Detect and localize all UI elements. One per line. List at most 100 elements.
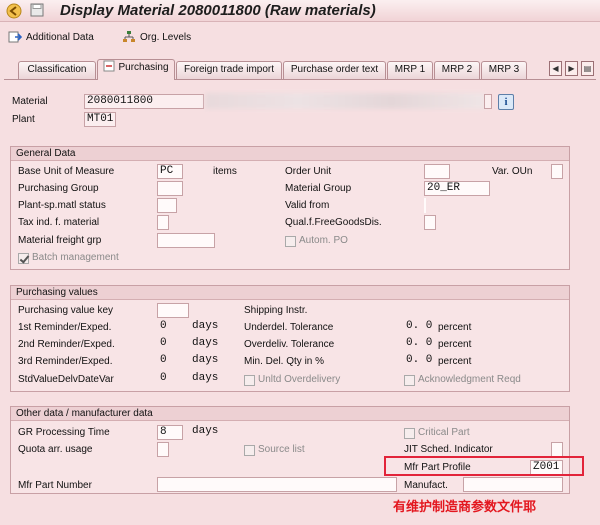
- manufacturer-field[interactable]: [463, 477, 563, 492]
- window-title: Display Material 2080011800 (Raw materia…: [60, 2, 376, 19]
- tab-mrp2[interactable]: MRP 2: [434, 61, 480, 79]
- tab-scroll-right-icon[interactable]: ▶: [565, 61, 578, 76]
- tab-scroll-left-icon[interactable]: ◀: [549, 61, 562, 76]
- mfr-part-number-label: Mfr Part Number: [18, 480, 92, 491]
- material-label: Material: [12, 96, 48, 107]
- tab-purchase-order-text[interactable]: Purchase order text: [283, 61, 386, 79]
- info-icon[interactable]: i: [498, 94, 514, 110]
- material-description-end: [484, 94, 492, 109]
- jit-indicator-label: JIT Sched. Indicator: [404, 444, 493, 455]
- acknowledgment-reqd-checkbox[interactable]: [404, 375, 415, 386]
- purchasing-group-label: Purchasing Group: [18, 183, 99, 194]
- annotation-note: 有维护制造商参数文件耶: [393, 499, 537, 514]
- plant-matl-status-label: Plant-sp.matl status: [18, 200, 106, 211]
- qual-free-goods-label: Qual.f.FreeGoodsDis.: [285, 217, 382, 228]
- tab-classification[interactable]: Classification: [18, 61, 96, 79]
- qual-free-goods-field[interactable]: [424, 215, 436, 230]
- min-del-qty-unit: percent: [438, 356, 472, 367]
- other-data-title: Other data / manufacturer data: [11, 407, 569, 421]
- material-group-field[interactable]: 20_ER: [424, 181, 490, 196]
- order-unit-field[interactable]: [424, 164, 450, 179]
- highlight-box: [384, 456, 584, 476]
- reminder-3-value: 0: [160, 354, 167, 366]
- base-uom-label: Base Unit of Measure: [18, 166, 115, 177]
- autom-po-checkbox[interactable]: [285, 236, 296, 247]
- valid-from-label: Valid from: [285, 200, 330, 211]
- var-oun-field[interactable]: [551, 164, 563, 179]
- purchasing-group-field[interactable]: [157, 181, 183, 196]
- tab-label: Foreign trade import: [183, 64, 275, 75]
- std-value-delv-value: 0: [160, 372, 167, 384]
- material-description-blurred: [205, 93, 485, 109]
- tab-label: MRP 3: [488, 64, 520, 75]
- unltd-overdelivery-label: Unltd Overdelivery: [258, 374, 341, 385]
- gr-processing-time-field[interactable]: 8: [157, 425, 183, 440]
- additional-data-button[interactable]: Additional Data: [8, 30, 94, 44]
- org-levels-button[interactable]: Org. Levels: [122, 30, 191, 44]
- tab-purchasing[interactable]: Purchasing: [97, 59, 175, 80]
- reminder-2-unit: days: [192, 337, 219, 349]
- tab-list-icon[interactable]: ▤: [581, 61, 594, 76]
- base-uom-text: items: [213, 166, 237, 177]
- tab-label: MRP 2: [441, 64, 473, 75]
- min-del-qty-value: 0. 0: [406, 354, 433, 366]
- application-toolbar: Additional Data Org. Levels: [0, 22, 600, 52]
- tab-foreign-trade-import[interactable]: Foreign trade import: [176, 61, 282, 79]
- mfr-part-number-field[interactable]: [157, 477, 397, 492]
- save-icon[interactable]: [30, 3, 44, 17]
- tab-active-icon: [103, 60, 115, 72]
- title-bar: Display Material 2080011800 (Raw materia…: [0, 0, 600, 22]
- tax-ind-label: Tax ind. f. material: [18, 217, 100, 228]
- jit-indicator-field[interactable]: [551, 442, 563, 457]
- org-levels-label: Org. Levels: [140, 31, 192, 43]
- reminder-1-label: 1st Reminder/Exped.: [18, 322, 112, 333]
- material-field[interactable]: 2080011800: [84, 94, 204, 109]
- tab-label: Purchase order text: [290, 64, 379, 75]
- underdel-tolerance-label: Underdel. Tolerance: [244, 322, 334, 333]
- plant-matl-status-field[interactable]: [157, 198, 177, 213]
- tab-mrp1[interactable]: MRP 1: [387, 61, 433, 79]
- manufacturer-label: Manufact.: [404, 480, 448, 491]
- tab-label: MRP 1: [394, 64, 426, 75]
- underdel-tolerance-value: 0. 0: [406, 320, 433, 332]
- valid-from-field[interactable]: [424, 198, 426, 213]
- back-arrow-icon[interactable]: [6, 3, 22, 19]
- overdel-tolerance-label: Overdeliv. Tolerance: [244, 339, 335, 350]
- purchasing-value-key-label: Purchasing value key: [18, 305, 114, 316]
- source-list-checkbox[interactable]: [244, 445, 255, 456]
- freight-grp-field[interactable]: [157, 233, 215, 248]
- general-data-title: General Data: [11, 147, 569, 161]
- tab-mrp3[interactable]: MRP 3: [481, 61, 527, 79]
- reminder-2-label: 2nd Reminder/Exped.: [18, 339, 115, 350]
- std-value-delv-label: StdValueDelvDateVar: [18, 374, 114, 385]
- reminder-3-unit: days: [192, 354, 219, 366]
- critical-part-checkbox[interactable]: [404, 428, 415, 439]
- tab-label: Classification: [27, 64, 87, 75]
- gr-processing-time-label: GR Processing Time: [18, 427, 110, 438]
- purchasing-value-key-field[interactable]: [157, 303, 189, 318]
- std-value-delv-unit: days: [192, 372, 219, 384]
- tax-ind-field[interactable]: [157, 215, 169, 230]
- unltd-overdelivery-checkbox[interactable]: [244, 375, 255, 386]
- additional-data-icon: [8, 31, 22, 43]
- overdel-tolerance-value: 0. 0: [406, 337, 433, 349]
- plant-label: Plant: [12, 114, 35, 125]
- base-uom-field[interactable]: PC: [157, 164, 183, 179]
- shipping-instr-label: Shipping Instr.: [244, 305, 308, 316]
- quota-usage-field[interactable]: [157, 442, 169, 457]
- order-unit-label: Order Unit: [285, 166, 332, 177]
- batch-management-checkbox[interactable]: [18, 253, 29, 264]
- reminder-3-label: 3rd Reminder/Exped.: [18, 356, 113, 367]
- source-list-label: Source list: [258, 444, 305, 455]
- material-group-label: Material Group: [285, 183, 352, 194]
- gr-processing-time-unit: days: [192, 425, 219, 437]
- freight-grp-label: Material freight grp: [18, 235, 102, 246]
- reminder-1-unit: days: [192, 320, 219, 332]
- reminder-2-value: 0: [160, 337, 167, 349]
- purchasing-values-title: Purchasing values: [11, 286, 569, 300]
- tab-strip: Classification Purchasing Foreign trade …: [0, 58, 600, 80]
- batch-management-label: Batch management: [32, 252, 119, 263]
- tab-label: Purchasing: [118, 62, 169, 73]
- overdel-tolerance-unit: percent: [438, 339, 472, 350]
- plant-field[interactable]: MT01: [84, 112, 116, 127]
